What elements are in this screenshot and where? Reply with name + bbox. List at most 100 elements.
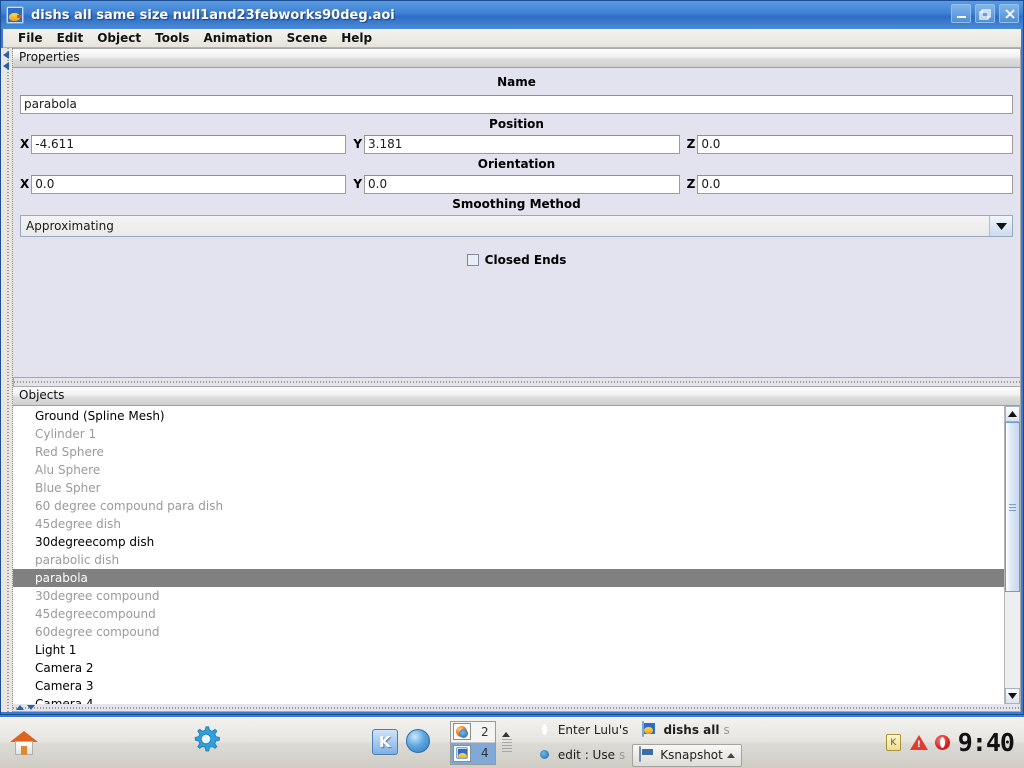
menu-item-file[interactable]: File (11, 30, 50, 46)
list-item[interactable]: Cylinder 1 (13, 425, 1004, 443)
menu-item-animation[interactable]: Animation (196, 30, 279, 46)
application-window: dishs all same size null1and23febworks90… (0, 0, 1024, 715)
task-button-edit-use[interactable]: edit : Use s (530, 744, 632, 767)
minimize-icon[interactable] (951, 4, 971, 23)
orientation-label: Orientation (477, 156, 556, 171)
scroll-down-icon[interactable] (1005, 688, 1020, 704)
position-x-input[interactable] (31, 134, 347, 154)
task-label-suffix: s (618, 748, 626, 762)
home-icon[interactable] (8, 725, 44, 761)
list-item[interactable]: parabola (13, 569, 1004, 587)
kde-k-icon[interactable]: K (371, 728, 400, 757)
close-icon[interactable] (999, 4, 1019, 23)
task-menu-arrow-icon[interactable] (726, 752, 735, 758)
list-item[interactable]: Alu Sphere (13, 461, 1004, 479)
system-tray: K (885, 733, 958, 752)
aoi-app-icon[interactable] (6, 6, 24, 24)
list-item[interactable]: Blue Spher (13, 479, 1004, 497)
pager-desktop-4[interactable]: 4 (450, 742, 495, 764)
orientation-z-input[interactable] (697, 174, 1013, 194)
smoothing-method-label: Smoothing Method (452, 196, 581, 211)
tasklist-scroll-up-icon[interactable] (501, 732, 510, 737)
scrollbar-thumb[interactable] (1005, 422, 1020, 593)
objects-scrollbar[interactable] (1004, 406, 1020, 704)
pager-desktop-2[interactable]: 2 (450, 722, 495, 743)
task-label-suffix: s (723, 723, 730, 737)
task-button-enter-lulus[interactable]: Enter Lulu's (530, 719, 636, 742)
list-item[interactable]: 60degree compound (13, 623, 1004, 641)
tasklist-scroll-arrows[interactable] (501, 732, 512, 753)
list-item[interactable]: Ground (Spline Mesh) (13, 407, 1004, 425)
orientation-x-input[interactable] (31, 174, 347, 194)
position-x-label: X (20, 137, 30, 151)
list-item[interactable]: 60 degree compound para dish (13, 497, 1004, 515)
closed-ends-label: Closed Ends (484, 252, 567, 267)
menu-item-object[interactable]: Object (90, 30, 148, 46)
list-item[interactable]: 45degreecompound (13, 605, 1004, 623)
window-controls (951, 4, 1019, 23)
smoothing-method-value: Approximating (21, 215, 990, 236)
maximize-icon[interactable] (975, 4, 995, 23)
orientation-z-label: Z (686, 177, 696, 191)
list-item[interactable]: Red Sphere (13, 443, 1004, 461)
objects-panel-title: Objects (13, 387, 1020, 406)
list-item[interactable]: 30degree compound (13, 587, 1004, 605)
bottom-splitter[interactable] (13, 704, 1020, 711)
objects-list[interactable]: Ground (Spline Mesh) Cylinder 1 Red Sphere… (13, 406, 1004, 704)
orientation-row: X Y Z (20, 174, 1013, 194)
list-item[interactable]: 45degree dish (13, 515, 1004, 533)
window-body: Properties Name Position X Y (1, 48, 1023, 714)
list-item[interactable]: Camera 2 (13, 659, 1004, 677)
properties-body: Name Position X Y Z (13, 68, 1020, 377)
menu-bar: File Edit Object Tools Animation Scene H… (3, 29, 1021, 48)
splitter-collapse-left-icon[interactable] (3, 51, 9, 59)
smoothing-method-select[interactable]: Approximating (20, 214, 1013, 237)
splitter-collapse-right-icon[interactable] (3, 62, 9, 70)
list-item[interactable]: Camera 3 (13, 677, 1004, 695)
position-y-input[interactable] (364, 134, 680, 154)
splitter-expand-down-icon[interactable] (27, 705, 35, 710)
scrollbar-track[interactable] (1005, 422, 1020, 688)
menu-item-tools[interactable]: Tools (148, 30, 196, 46)
menu-item-edit[interactable]: Edit (50, 30, 91, 46)
menu-item-scene[interactable]: Scene (280, 30, 335, 46)
name-label: Name (497, 75, 536, 89)
list-item[interactable]: parabolic dish (13, 551, 1004, 569)
opera-tray-icon[interactable] (934, 734, 952, 752)
window-title: dishs all same size null1and23febworks90… (31, 7, 395, 23)
chevron-down-icon[interactable] (990, 215, 1012, 236)
closed-ends-checkbox[interactable] (466, 253, 479, 266)
clock[interactable]: 9:40 (958, 728, 1024, 757)
orientation-y-input[interactable] (364, 174, 680, 194)
task-label: dishs all (663, 723, 720, 737)
title-bar[interactable]: dishs all same size null1and23febworks90… (1, 1, 1023, 29)
globe-icon[interactable] (405, 728, 434, 757)
orientation-x-label: X (20, 177, 30, 191)
task-label: Ksnapshot (660, 748, 723, 762)
position-z-input[interactable] (697, 134, 1013, 154)
list-item[interactable]: 30degreecomp dish (13, 533, 1004, 551)
taskbar-middle: K 2 4 Enter Lulu's dishs all s edit: Us… (371, 719, 742, 767)
taskbar: K 2 4 Enter Lulu's dishs all s edit: Us… (0, 715, 1024, 768)
klipper-icon[interactable]: K (885, 733, 904, 752)
firefox-icon (537, 747, 553, 763)
list-item[interactable]: Light 1 (13, 641, 1004, 659)
aoi-app-icon (452, 744, 471, 762)
list-item[interactable]: Camera 4 (13, 695, 1004, 704)
name-input[interactable] (20, 94, 1013, 114)
vertical-splitter[interactable] (1, 48, 13, 712)
menu-item-help[interactable]: Help (334, 30, 379, 46)
warning-icon[interactable] (909, 734, 928, 752)
task-row-top: Enter Lulu's dishs all s (530, 719, 742, 742)
task-button-ksnapshot[interactable]: Ksnapshot (632, 743, 742, 767)
properties-panel-title: Properties (13, 49, 1020, 68)
task-row-bottom: edit : Use s Ksnapshot (530, 743, 742, 767)
task-label: edit : Use (557, 748, 615, 762)
horizontal-splitter[interactable] (13, 378, 1021, 386)
gear-icon[interactable] (192, 725, 228, 761)
task-button-dishs-all[interactable]: dishs all s (635, 719, 736, 742)
opera-icon (537, 722, 553, 738)
splitter-expand-up-icon[interactable] (16, 705, 24, 710)
firefox-icon (452, 723, 471, 740)
scroll-up-icon[interactable] (1005, 406, 1020, 422)
